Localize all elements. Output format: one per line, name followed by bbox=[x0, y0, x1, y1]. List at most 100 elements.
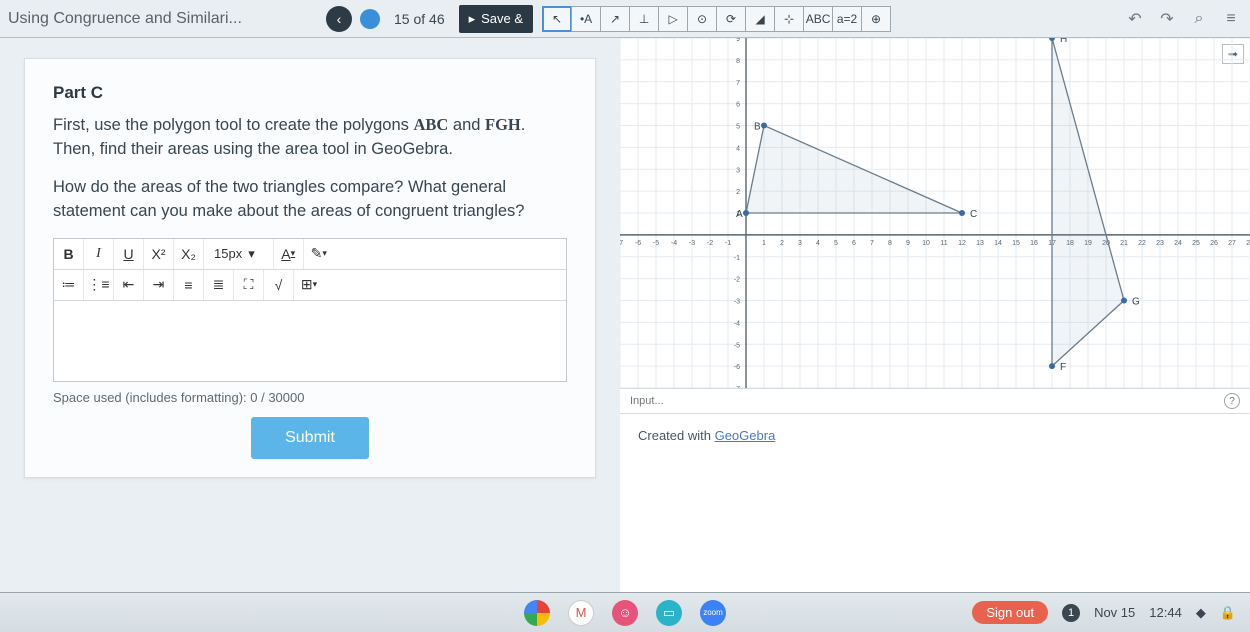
ggb-tool-point[interactable]: •A bbox=[571, 6, 601, 32]
prompt-bold-fgh: FGH bbox=[485, 115, 521, 134]
notification-badge[interactable]: 1 bbox=[1062, 604, 1080, 622]
undo-icon[interactable]: ↶ bbox=[1124, 8, 1146, 30]
svg-text:28: 28 bbox=[1246, 240, 1250, 247]
search-icon[interactable]: ⌕ bbox=[1188, 8, 1210, 30]
taskbar-date: Nov 15 bbox=[1094, 605, 1135, 620]
subscript-button[interactable]: X₂ bbox=[174, 239, 204, 269]
italic-button[interactable]: I bbox=[84, 239, 114, 269]
svg-text:-1: -1 bbox=[725, 240, 731, 247]
ggb-tool-polygon[interactable]: ▷ bbox=[658, 6, 688, 32]
redo-icon[interactable]: ↷ bbox=[1156, 8, 1178, 30]
font-color-button[interactable]: A ▾ bbox=[274, 239, 304, 269]
font-size-label: 15px bbox=[214, 246, 242, 261]
svg-text:15: 15 bbox=[1012, 240, 1020, 247]
svg-text:9: 9 bbox=[906, 240, 910, 247]
graph-canvas[interactable]: -7-6-5-4-3-2-112345678910111213141516171… bbox=[620, 38, 1250, 388]
font-color-label: A bbox=[281, 246, 290, 262]
svg-text:-6: -6 bbox=[734, 364, 740, 371]
svg-text:27: 27 bbox=[1228, 240, 1236, 247]
svg-text:11: 11 bbox=[940, 240, 947, 247]
save-icon: ▸ bbox=[469, 11, 476, 27]
ggb-tool-line[interactable]: ↗ bbox=[600, 6, 630, 32]
ggb-tool-circle[interactable]: ⊙ bbox=[687, 6, 717, 32]
svg-text:2: 2 bbox=[780, 240, 784, 247]
svg-text:22: 22 bbox=[1138, 240, 1146, 247]
ggb-tool-move[interactable]: ⊕ bbox=[861, 6, 891, 32]
sign-out-button[interactable]: Sign out bbox=[972, 601, 1048, 624]
editor-textarea[interactable] bbox=[54, 301, 566, 381]
taskbar-apps: M ☺ ▭ zoom bbox=[524, 600, 726, 626]
svg-text:H: H bbox=[1060, 38, 1067, 45]
svg-text:-6: -6 bbox=[635, 240, 641, 247]
insert-formula-button[interactable]: √ bbox=[264, 270, 294, 300]
geogebra-link[interactable]: GeoGebra bbox=[715, 428, 776, 443]
indent-button[interactable]: ⇥ bbox=[144, 270, 174, 300]
geogebra-credit: Created with GeoGebra bbox=[638, 428, 775, 443]
svg-text:G: G bbox=[1132, 297, 1140, 308]
menu-icon[interactable]: ≡ bbox=[1220, 8, 1242, 30]
ordered-list-button[interactable]: ⋮≡ bbox=[84, 270, 114, 300]
svg-text:-2: -2 bbox=[707, 240, 713, 247]
chevron-down-icon: ▾ bbox=[291, 248, 296, 259]
ggb-tool-angle[interactable]: ◢ bbox=[745, 6, 775, 32]
svg-text:-1: -1 bbox=[734, 255, 740, 262]
geogebra-toolbar: ↖ •A ↗ ⊥ ▷ ⊙ ⟳ ◢ ⊹ ABC a=2 ⊕ bbox=[543, 6, 891, 32]
save-label: Save & bbox=[481, 11, 523, 26]
superscript-button[interactable]: X² bbox=[144, 239, 174, 269]
page-title: Using Congruence and Similari... bbox=[8, 10, 318, 28]
lock-icon[interactable]: 🔒 bbox=[1220, 605, 1236, 621]
geogebra-input-row: ? bbox=[620, 388, 1250, 414]
taskbar-right: Sign out 1 Nov 15 12:44 ◆ 🔒 bbox=[972, 601, 1236, 624]
svg-text:B: B bbox=[754, 122, 761, 133]
ggb-tool-pointer[interactable]: ↖ bbox=[542, 6, 572, 32]
svg-text:1: 1 bbox=[762, 240, 766, 247]
save-button[interactable]: ▸ Save & bbox=[459, 5, 533, 33]
wifi-icon[interactable]: ◆ bbox=[1196, 605, 1206, 621]
graph-svg: -7-6-5-4-3-2-112345678910111213141516171… bbox=[620, 38, 1250, 388]
app-icon-pink[interactable]: ☺ bbox=[612, 600, 638, 626]
insert-image-button[interactable]: ⛶ bbox=[234, 270, 264, 300]
space-used-label: Space used (includes formatting): 0 / 30… bbox=[53, 390, 567, 405]
font-size-select[interactable]: 15px ▾ bbox=[204, 239, 274, 269]
rich-text-editor: B I U X² X₂ 15px ▾ A ▾ ✎ ▾ ≔ ⋮≡ ⇤ ⇥ ≡ ≣ ⛶ bbox=[53, 238, 567, 382]
prev-button[interactable]: ‹ bbox=[326, 6, 352, 32]
svg-text:6: 6 bbox=[852, 240, 856, 247]
geogebra-input[interactable] bbox=[630, 395, 1179, 407]
svg-text:-5: -5 bbox=[734, 342, 740, 349]
submit-button[interactable]: Submit bbox=[251, 417, 369, 459]
svg-text:10: 10 bbox=[922, 240, 930, 247]
svg-text:-5: -5 bbox=[653, 240, 659, 247]
svg-text:3: 3 bbox=[736, 167, 740, 174]
app-icon-teal[interactable]: ▭ bbox=[656, 600, 682, 626]
svg-text:8: 8 bbox=[888, 240, 892, 247]
svg-text:8: 8 bbox=[736, 58, 740, 65]
ggb-tool-conic[interactable]: ⟳ bbox=[716, 6, 746, 32]
svg-text:5: 5 bbox=[736, 124, 740, 131]
chevron-down-icon: ▾ bbox=[248, 246, 255, 262]
insert-table-button[interactable]: ⊞▾ bbox=[294, 270, 324, 300]
ggb-tool-perp[interactable]: ⊥ bbox=[629, 6, 659, 32]
gmail-icon[interactable]: M bbox=[568, 600, 594, 626]
svg-text:4: 4 bbox=[736, 145, 740, 152]
align-center-button[interactable]: ≡ bbox=[174, 270, 204, 300]
unordered-list-button[interactable]: ≔ bbox=[54, 270, 84, 300]
info-icon[interactable]: ? bbox=[1224, 393, 1240, 409]
outdent-button[interactable]: ⇤ bbox=[114, 270, 144, 300]
svg-text:24: 24 bbox=[1174, 240, 1182, 247]
ggb-tool-reflect[interactable]: ⊹ bbox=[774, 6, 804, 32]
underline-button[interactable]: U bbox=[114, 239, 144, 269]
bold-button[interactable]: B bbox=[54, 239, 84, 269]
svg-text:F: F bbox=[1060, 362, 1066, 373]
svg-text:3: 3 bbox=[798, 240, 802, 247]
highlight-button[interactable]: ✎ ▾ bbox=[304, 239, 334, 269]
zoom-icon[interactable]: zoom bbox=[700, 600, 726, 626]
ggb-tool-slider[interactable]: a=2 bbox=[832, 6, 862, 32]
align-justify-button[interactable]: ≣ bbox=[204, 270, 234, 300]
page-indicator: 15 of 46 bbox=[394, 11, 445, 27]
svg-text:2: 2 bbox=[736, 189, 740, 196]
ggb-tool-text[interactable]: ABC bbox=[803, 6, 833, 32]
chrome-icon[interactable] bbox=[524, 600, 550, 626]
prompt-bold-abc: ABC bbox=[413, 115, 448, 134]
progress-dot bbox=[360, 9, 380, 29]
svg-text:5: 5 bbox=[834, 240, 838, 247]
